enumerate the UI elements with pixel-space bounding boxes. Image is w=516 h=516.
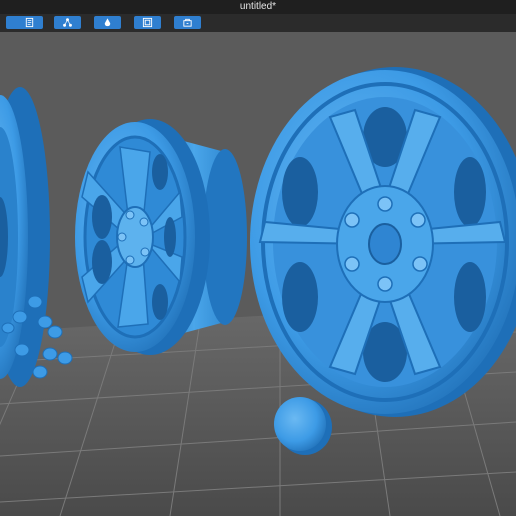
document-button[interactable] <box>15 16 43 29</box>
3d-viewport[interactable] <box>0 32 516 516</box>
layers-button[interactable] <box>174 16 201 29</box>
window-title: untitled* <box>239 1 277 12</box>
network-icon <box>63 18 72 27</box>
bucket-icon <box>104 18 111 27</box>
title-bar: untitled* <box>0 0 516 14</box>
slicer-window: untitled* <box>0 0 516 516</box>
frame-icon <box>142 17 153 28</box>
bucket-button[interactable] <box>94 16 121 29</box>
network-button[interactable] <box>54 16 81 29</box>
layers-icon <box>183 18 192 27</box>
document-icon <box>25 17 33 28</box>
wheel-model-middle[interactable] <box>75 119 247 355</box>
toolbar <box>0 14 516 32</box>
frame-button[interactable] <box>134 16 161 29</box>
scene <box>0 32 516 516</box>
